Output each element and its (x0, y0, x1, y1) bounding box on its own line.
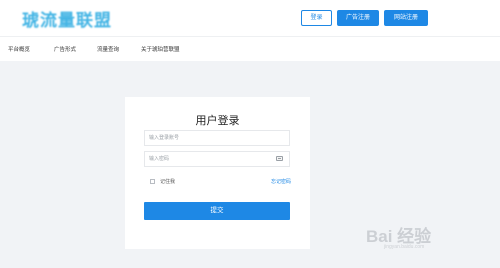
site-register-button[interactable]: 网站注册 (384, 10, 428, 26)
top-header: 琥流量联盟 登录 广告注册 网站注册 (0, 0, 500, 36)
baidu-jingyan-watermark: Bai 经验 jingyan.baidu.com (362, 216, 494, 256)
forgot-password-link[interactable]: 忘记密码 (271, 178, 291, 185)
account-input[interactable]: 输入登录账号 (144, 130, 290, 146)
login-button[interactable]: 登录 (301, 10, 332, 26)
remember-checkbox[interactable] (150, 179, 155, 184)
password-eye-icon[interactable] (276, 156, 283, 161)
site-logo[interactable]: 琥流量联盟 (22, 6, 112, 31)
nav-item-about[interactable]: 关于琥珀营联盟 (141, 45, 180, 53)
main-nav: 平台概览 广告形式 流量查询 关于琥珀营联盟 (0, 36, 500, 61)
password-placeholder: 输入密码 (149, 156, 170, 162)
watermark-sub: jingyan.baidu.com (384, 244, 425, 250)
nav-item-overview[interactable]: 平台概览 (8, 45, 30, 53)
login-title: 用户登录 (195, 115, 240, 127)
nav-item-ad-formats[interactable]: 广告形式 (54, 45, 76, 53)
login-card: 用户登录 输入登录账号 输入密码 记住我 忘记密码 提交 (125, 97, 310, 249)
remember-label: 记住我 (160, 179, 176, 185)
password-input[interactable]: 输入密码 (144, 151, 290, 167)
advertiser-register-button[interactable]: 广告注册 (337, 10, 379, 26)
submit-button[interactable]: 提交 (144, 202, 290, 220)
nav-item-traffic-query[interactable]: 流量查询 (97, 45, 119, 53)
